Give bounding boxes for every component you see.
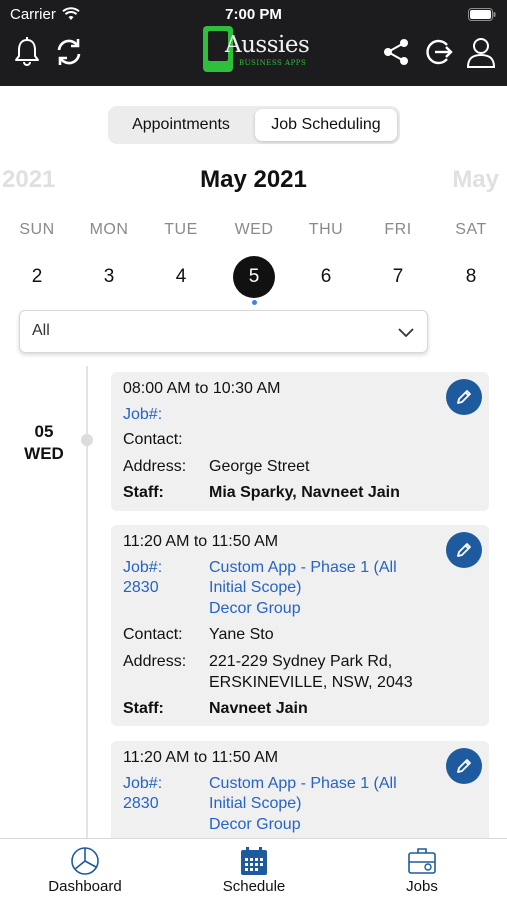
job-card[interactable]: 11:20 AM to 11:50 AM Job#: Custom App - … <box>111 525 489 726</box>
day-sun[interactable]: SUN 2 <box>7 218 67 298</box>
day-name: SAT <box>455 221 487 238</box>
staff-label: Staff: <box>123 484 164 501</box>
job-customer[interactable]: Decor Group <box>209 599 469 619</box>
address-line: ERSKINEVILLE, NSW, 2043 <box>209 674 413 691</box>
chevron-down-icon <box>398 328 414 338</box>
tab-label: Dashboard <box>48 878 122 895</box>
job-time: 08:00 AM to 10:30 AM <box>123 380 281 397</box>
dashboard-icon <box>71 847 99 875</box>
pencil-icon <box>457 759 471 773</box>
tab-dashboard[interactable]: Dashboard <box>25 845 145 895</box>
calendar-icon <box>241 847 267 875</box>
day-name: THU <box>308 221 344 238</box>
day-number: 4 <box>175 266 187 287</box>
battery-icon <box>468 8 496 21</box>
logout-icon[interactable] <box>420 34 456 70</box>
profile-icon[interactable] <box>463 34 499 70</box>
bell-icon[interactable] <box>9 34 45 70</box>
day-fri[interactable]: FRI 7 <box>368 218 428 298</box>
address-label: Address: <box>123 653 187 670</box>
tab-jobs[interactable]: Jobs <box>362 845 482 895</box>
job-label: Job#: <box>123 406 163 423</box>
timeline-day-number: 05 <box>34 422 54 441</box>
address-line: George Street <box>209 458 310 475</box>
filter-value: All <box>32 322 50 339</box>
pencil-icon <box>457 543 471 557</box>
day-name: MON <box>89 221 129 238</box>
day-name: TUE <box>164 221 198 238</box>
job-number[interactable]: 2830 <box>123 578 213 598</box>
tab-label: Schedule <box>222 878 286 895</box>
day-tue[interactable]: TUE 4 <box>151 218 211 298</box>
day-number: 6 <box>320 266 332 287</box>
staff-label: Staff: <box>123 700 164 717</box>
app-header: Carrier 7:00 PM Aussies BUSINESS APPS <box>0 0 507 86</box>
view-segmented-control: Appointments Job Scheduling <box>108 106 400 144</box>
day-name: SUN <box>19 221 55 238</box>
day-number: 7 <box>392 266 404 287</box>
job-label: Job#: <box>123 775 163 792</box>
job-customer[interactable]: Decor Group <box>209 815 469 835</box>
job-label: Job#: <box>123 559 163 576</box>
day-thu[interactable]: THU 6 <box>296 218 356 298</box>
job-title-line[interactable]: Initial Scope) <box>209 578 469 598</box>
tab-schedule[interactable]: Schedule <box>194 845 314 895</box>
contact-label: Contact: <box>123 626 183 643</box>
month-title: May 2021 <box>200 166 307 193</box>
next-month-label[interactable]: May <box>452 166 499 194</box>
status-time: 7:00 PM <box>225 6 282 23</box>
status-bar: Carrier 7:00 PM <box>0 5 507 25</box>
job-number[interactable]: 2830 <box>123 794 213 814</box>
event-indicator-dot <box>251 300 257 305</box>
contact-name: Yane Sto <box>209 626 274 643</box>
job-title-line[interactable]: Custom App - Phase 1 (All <box>209 558 469 578</box>
staff-names: Mia Sparky, Navneet Jain <box>209 484 400 501</box>
pencil-icon <box>457 390 471 404</box>
day-name: FRI <box>384 221 412 238</box>
day-mon[interactable]: MON 3 <box>79 218 139 298</box>
timeline-dot <box>81 434 93 446</box>
day-number: 3 <box>103 266 115 287</box>
share-icon[interactable] <box>378 34 414 70</box>
briefcase-icon <box>408 848 436 874</box>
app-screen: Carrier 7:00 PM Aussies BUSINESS APPS Ap… <box>0 0 507 900</box>
filter-dropdown[interactable]: All <box>19 310 428 353</box>
day-sat[interactable]: SAT 8 <box>441 218 501 298</box>
job-time: 11:20 AM to 11:50 AM <box>123 749 279 766</box>
timeline-date: 05 WED <box>14 421 74 465</box>
job-card[interactable]: 08:00 AM to 10:30 AM Job#: Contact: Addr… <box>111 372 489 511</box>
logo-text: Aussies <box>225 32 310 58</box>
staff-names: Navneet Jain <box>209 700 308 717</box>
logo-tagline: BUSINESS APPS <box>239 59 307 67</box>
job-time: 11:20 AM to 11:50 AM <box>123 533 279 550</box>
day-number: 2 <box>31 266 43 287</box>
day-number: 5 <box>233 256 275 298</box>
day-number: 8 <box>465 266 477 287</box>
bottom-tab-bar: Dashboard Schedule Jobs <box>0 838 507 900</box>
aussies-logo: Aussies BUSINESS APPS <box>203 26 310 74</box>
edit-button[interactable] <box>446 379 482 415</box>
job-title-line[interactable]: Initial Scope) <box>209 794 469 814</box>
tab-label: Jobs <box>406 878 438 895</box>
day-name: WED <box>234 221 274 238</box>
job-title-line[interactable]: Custom App - Phase 1 (All <box>209 774 469 794</box>
timeline-weekday: WED <box>24 444 64 463</box>
day-wed-selected[interactable]: WED 5 <box>224 218 284 305</box>
refresh-icon[interactable] <box>51 34 87 70</box>
address-label: Address: <box>123 458 187 475</box>
segment-appointments[interactable]: Appointments <box>111 109 251 141</box>
segment-job-scheduling[interactable]: Job Scheduling <box>255 109 397 141</box>
address-line: 221-229 Sydney Park Rd, <box>209 653 393 670</box>
contact-label: Contact: <box>123 431 183 448</box>
